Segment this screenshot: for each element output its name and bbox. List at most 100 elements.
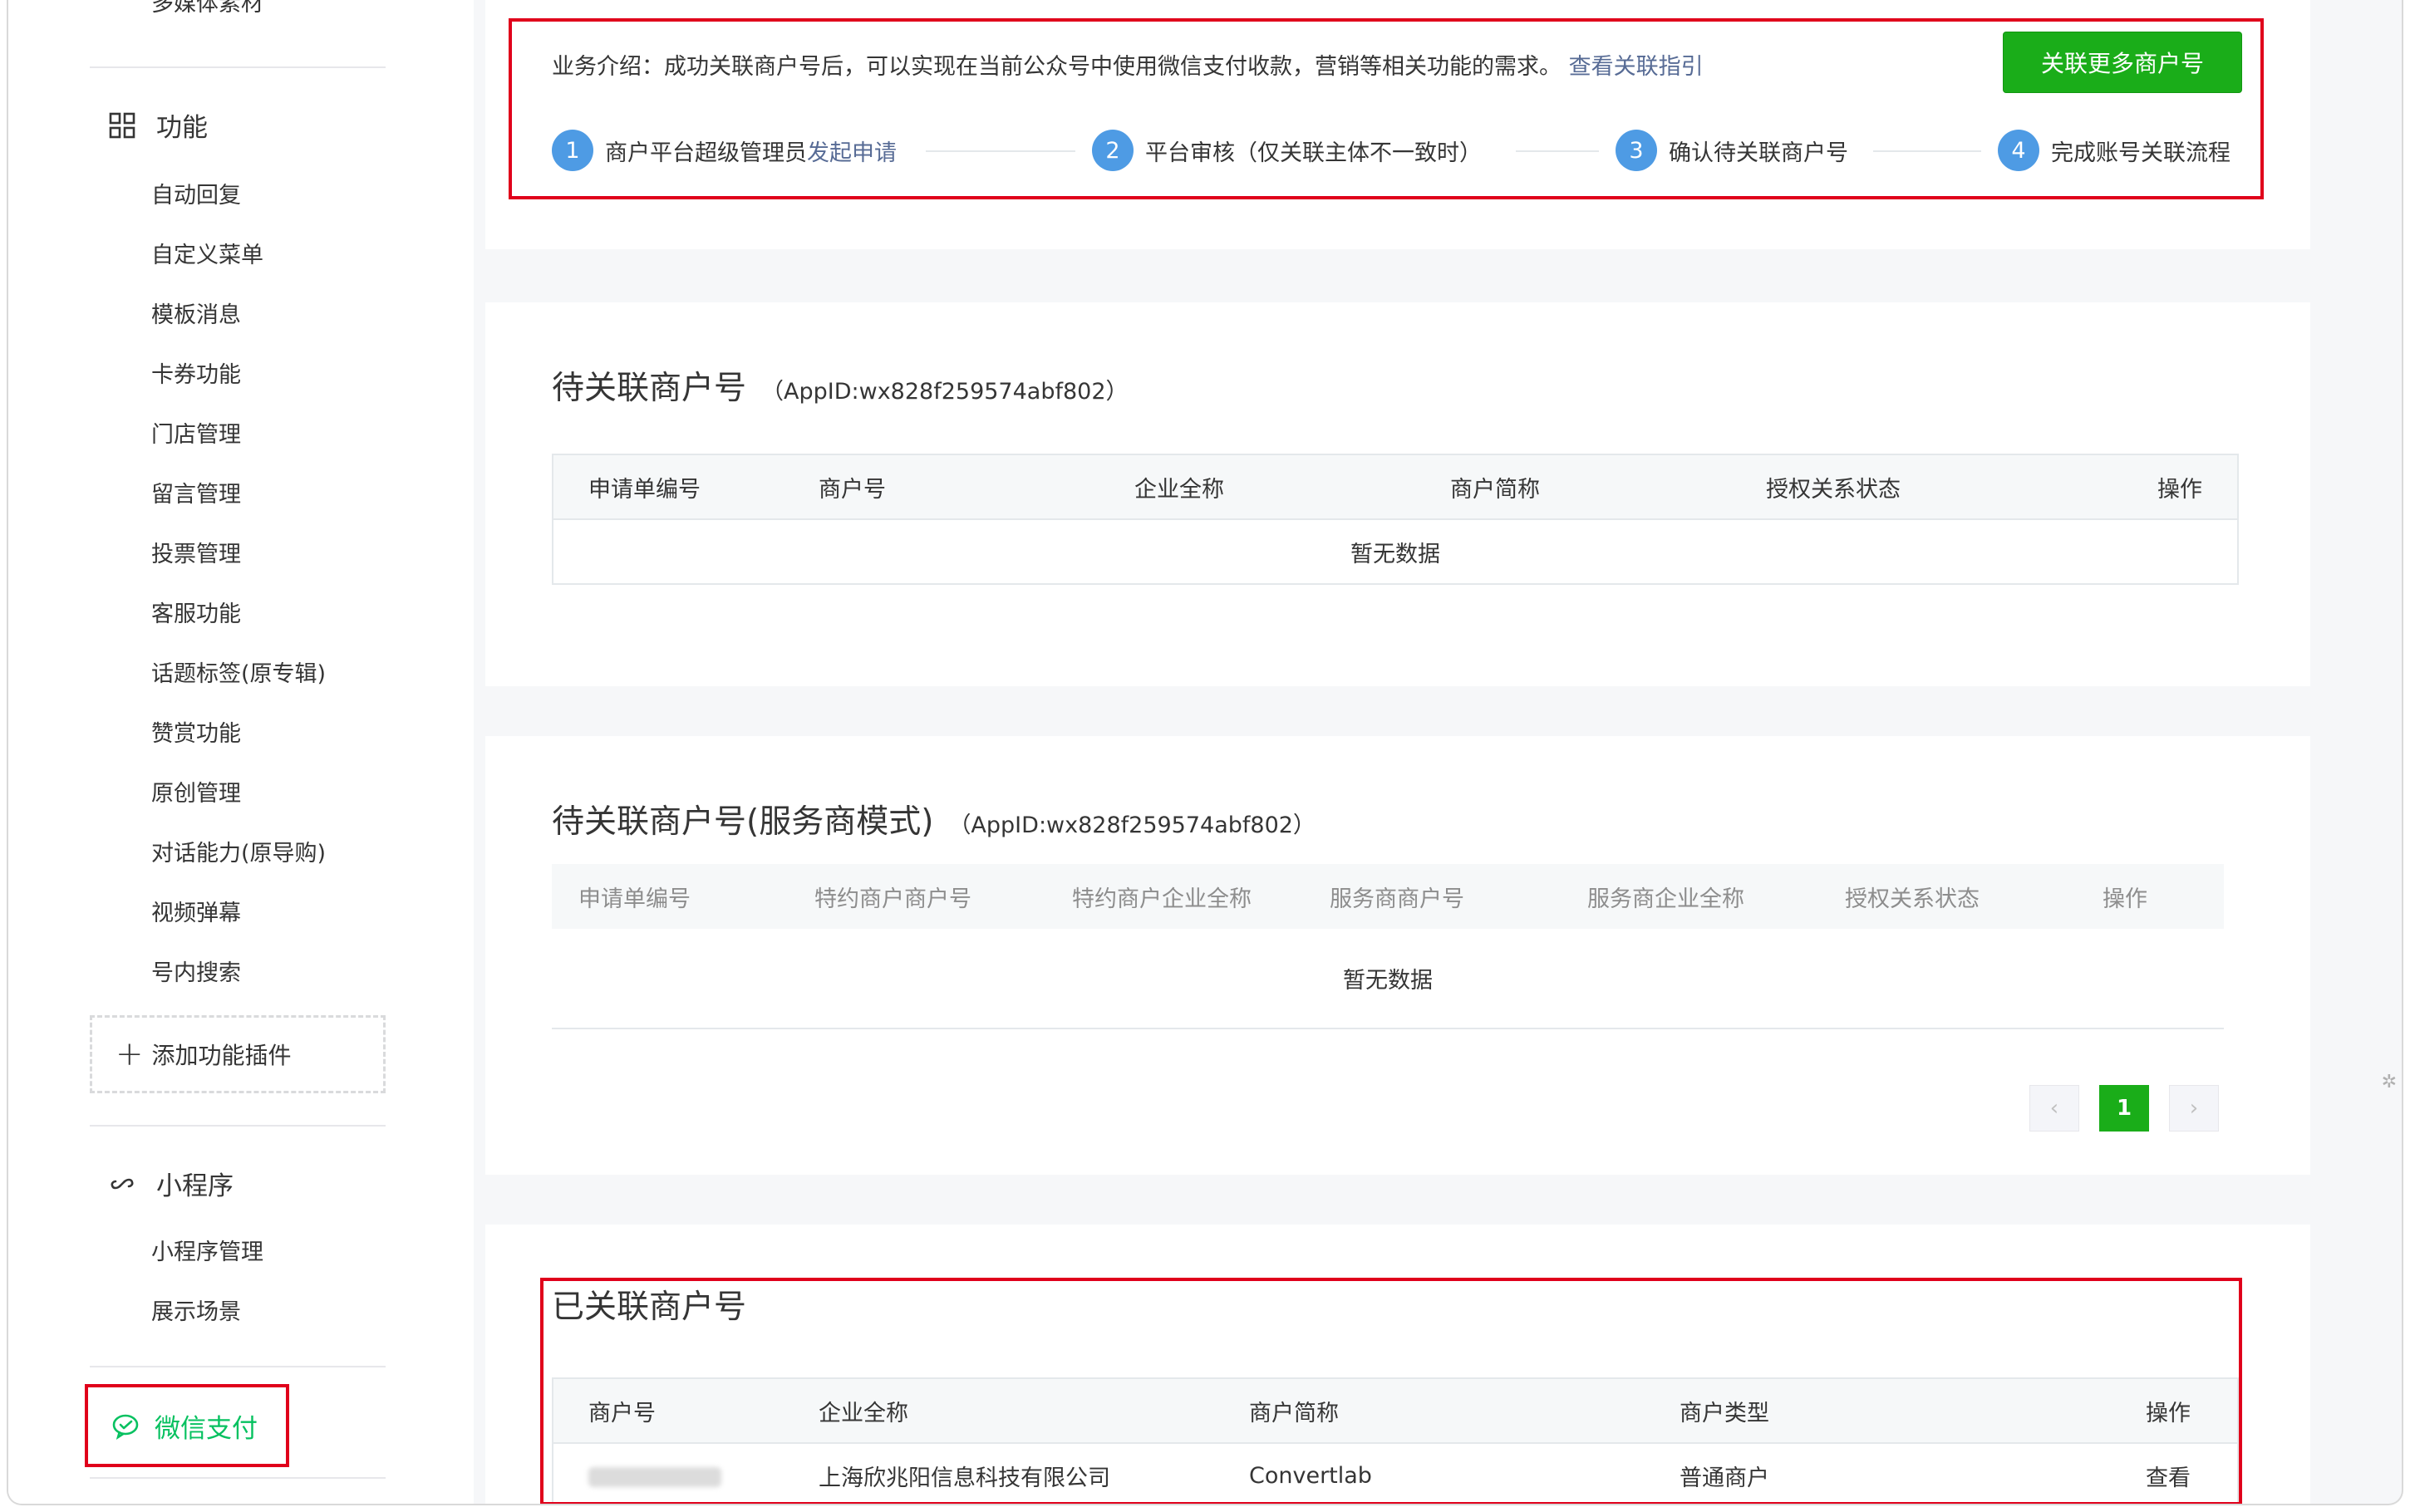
col-merchant-id: 商户号 (553, 1378, 819, 1444)
col-action: 操作 (2103, 864, 2224, 929)
merchant-type-cell: 普通商户 (1680, 1465, 1769, 1491)
col-action: 操作 (2095, 1378, 2238, 1444)
sidebar-item-custom-menu[interactable]: 自定义菜单 (151, 239, 263, 272)
col-service-provider-id: 服务商商户号 (1330, 864, 1587, 929)
sidebar-section-functions: 功能 (106, 106, 208, 144)
sidebar-item-multimedia[interactable]: 多媒体素材 (151, 0, 263, 17)
step-connector (1516, 150, 1599, 152)
divider (90, 66, 386, 68)
wechat-pay-icon (112, 1414, 139, 1440)
sidebar-item-in-account-search[interactable]: 号内搜索 (151, 957, 241, 990)
step-connector (926, 150, 1075, 152)
pending-merchants-table: 申请单编号 商户号 企业全称 商户简称 授权关系状态 操作 暂无数据 (552, 454, 2239, 585)
scroll-marker-icon: ✲ (2381, 1072, 2397, 1092)
grid-icon (106, 110, 138, 141)
section-title: 待关联商户号 （AppID:wx828f259574abf802） (552, 362, 1129, 409)
sidebar-section-miniprogram: 小程序 (106, 1165, 234, 1202)
step-4: 4 完成账号关联流程 (1998, 130, 2230, 171)
app-window: 多媒体素材 功能 自动回复 自定义菜单 模板消息 卡券功能 门店管理 留言管理 … (7, 0, 2403, 1505)
sidebar-item-template-message[interactable]: 模板消息 (151, 299, 241, 332)
step-3: 3 确认待关联商户号 (1616, 130, 1848, 171)
step-1: 1 商户平台超级管理员 发起申请 (552, 130, 897, 171)
initiate-application-link[interactable]: 发起申请 (807, 135, 897, 167)
col-application-id: 申请单编号 (552, 864, 814, 929)
add-plugin-button[interactable]: + 添加功能插件 (90, 1015, 386, 1093)
linked-merchants-table: 商户号 企业全称 商户简称 商户类型 操作 上海欣兆阳信息科技有限公司 Conv… (552, 1377, 2239, 1504)
redacted-merchant-id (588, 1466, 721, 1487)
sidebar-item-store-management[interactable]: 门店管理 (151, 419, 241, 452)
divider (90, 1366, 386, 1367)
step-number: 3 (1616, 130, 1657, 171)
table-header-row: 商户号 企业全称 商户简称 商户类型 操作 (553, 1378, 2238, 1444)
sidebar: 多媒体素材 功能 自动回复 自定义菜单 模板消息 卡券功能 门店管理 留言管理 … (8, 0, 474, 1504)
sidebar-item-dialog-ability[interactable]: 对话能力(原导购) (151, 837, 326, 871)
section-title: 待关联商户号(服务商模式) （AppID:wx828f259574abf802） (552, 796, 1316, 842)
col-merchant-id: 商户号 (819, 454, 1134, 520)
step-connector (1873, 150, 1981, 152)
linked-merchants-card: 已关联商户号 商户号 企业全称 商户简称 商户类型 操作 上海欣兆阳信息科技有限… (485, 1225, 2310, 1504)
col-authorization-status: 授权关系状态 (1845, 864, 2103, 929)
col-merchant-short-name: 商户简称 (1249, 1378, 1680, 1444)
link-icon (106, 1168, 138, 1200)
pending-service-title: 待关联商户号(服务商模式) (552, 803, 934, 841)
sidebar-item-video-danmaku[interactable]: 视频弹幕 (151, 897, 241, 930)
intro-card: 业务介绍：成功关联商户号后，可以实现在当前公众号中使用微信支付收款，营销等相关功… (485, 0, 2310, 249)
view-merchant-link[interactable]: 查看 (2095, 1443, 2238, 1504)
col-company-name: 企业全称 (1134, 454, 1450, 520)
linked-title: 已关联商户号 (552, 1289, 747, 1326)
next-page-button[interactable]: › (2169, 1085, 2219, 1132)
view-guide-link[interactable]: 查看关联指引 (1569, 54, 1704, 80)
empty-text: 暂无数据 (552, 929, 2224, 1029)
col-service-provider-company: 服务商企业全称 (1587, 864, 1845, 929)
table-row: 上海欣兆阳信息科技有限公司 Convertlab 普通商户 查看 (553, 1443, 2238, 1504)
table-header-row: 申请单编号 商户号 企业全称 商户简称 授权关系状态 操作 (553, 454, 2238, 520)
step-label: 平台审核（仅关联主体不一致时） (1145, 140, 1482, 166)
pagination: ‹ 1 › (2009, 1085, 2219, 1132)
sidebar-item-auto-reply[interactable]: 自动回复 (151, 179, 241, 213)
col-sub-merchant-id: 特约商户商户号 (814, 864, 1072, 929)
col-action: 操作 (2107, 454, 2238, 520)
sidebar-item-card-coupon[interactable]: 卡券功能 (151, 359, 241, 392)
prev-page-button[interactable]: ‹ (2029, 1085, 2079, 1132)
sidebar-item-comment-management[interactable]: 留言管理 (151, 479, 241, 512)
appid-label: （AppID:wx828f259574abf802） (948, 812, 1316, 838)
sidebar-section-title: 功能 (156, 113, 208, 143)
sidebar-item-reward[interactable]: 赞赏功能 (151, 718, 241, 751)
step-number: 4 (1998, 130, 2039, 171)
sidebar-item-topic-tags[interactable]: 话题标签(原专辑) (151, 658, 326, 691)
col-sub-merchant-company: 特约商户企业全称 (1072, 864, 1330, 929)
process-steps: 1 商户平台超级管理员 发起申请 2 平台审核（仅关联主体不一致时） 3 确认待关… (552, 130, 2247, 173)
pending-title: 待关联商户号 (552, 370, 747, 407)
business-intro: 业务介绍：成功关联商户号后，可以实现在当前公众号中使用微信支付收款，营销等相关功… (552, 48, 1704, 81)
empty-text: 暂无数据 (1350, 541, 1440, 567)
sidebar-item-miniprogram-management[interactable]: 小程序管理 (151, 1236, 263, 1269)
sidebar-item-vote-management[interactable]: 投票管理 (151, 538, 241, 572)
link-more-merchants-button[interactable]: 关联更多商户号 (2003, 32, 2242, 93)
col-authorization-status: 授权关系状态 (1766, 454, 2107, 520)
empty-row: 暂无数据 (552, 929, 2224, 1029)
col-company-name: 企业全称 (819, 1378, 1249, 1444)
table-header-row: 申请单编号 特约商户商户号 特约商户企业全称 服务商商户号 服务商企业全称 授权… (552, 864, 2224, 929)
step-2: 2 平台审核（仅关联主体不一致时） (1092, 130, 1482, 171)
sidebar-item-wechat-pay[interactable]: 微信支付 (85, 1384, 289, 1467)
sidebar-item-display-scenes[interactable]: 展示场景 (151, 1296, 241, 1329)
merchant-id-cell (553, 1443, 819, 1504)
step-number: 2 (1092, 130, 1134, 171)
sidebar-item-original-management[interactable]: 原创管理 (151, 778, 241, 811)
appid-label: （AppID:wx828f259574abf802） (761, 379, 1129, 405)
empty-row: 暂无数据 (553, 519, 2238, 584)
step-label: 商户平台超级管理员 (605, 140, 807, 166)
pending-service-table: 申请单编号 特约商户商户号 特约商户企业全称 服务商商户号 服务商企业全称 授权… (552, 864, 2224, 1029)
step-label: 完成账号关联流程 (2051, 140, 2230, 166)
wechat-pay-label: 微信支付 (155, 1413, 258, 1444)
intro-text: 业务介绍：成功关联商户号后，可以实现在当前公众号中使用微信支付收款，营销等相关功… (552, 54, 1562, 80)
pending-merchants-card: 待关联商户号 （AppID:wx828f259574abf802） 申请单编号 商… (485, 302, 2310, 686)
sidebar-item-customer-service[interactable]: 客服功能 (151, 598, 241, 631)
divider (90, 1125, 386, 1127)
add-plugin-label: 添加功能插件 (151, 1042, 292, 1069)
page-1-button[interactable]: 1 (2099, 1085, 2149, 1132)
short-name-cell: Convertlab (1249, 1463, 1372, 1489)
step-label: 确认待关联商户号 (1669, 140, 1848, 166)
step-number: 1 (552, 130, 593, 171)
plus-icon: + (116, 1035, 144, 1073)
